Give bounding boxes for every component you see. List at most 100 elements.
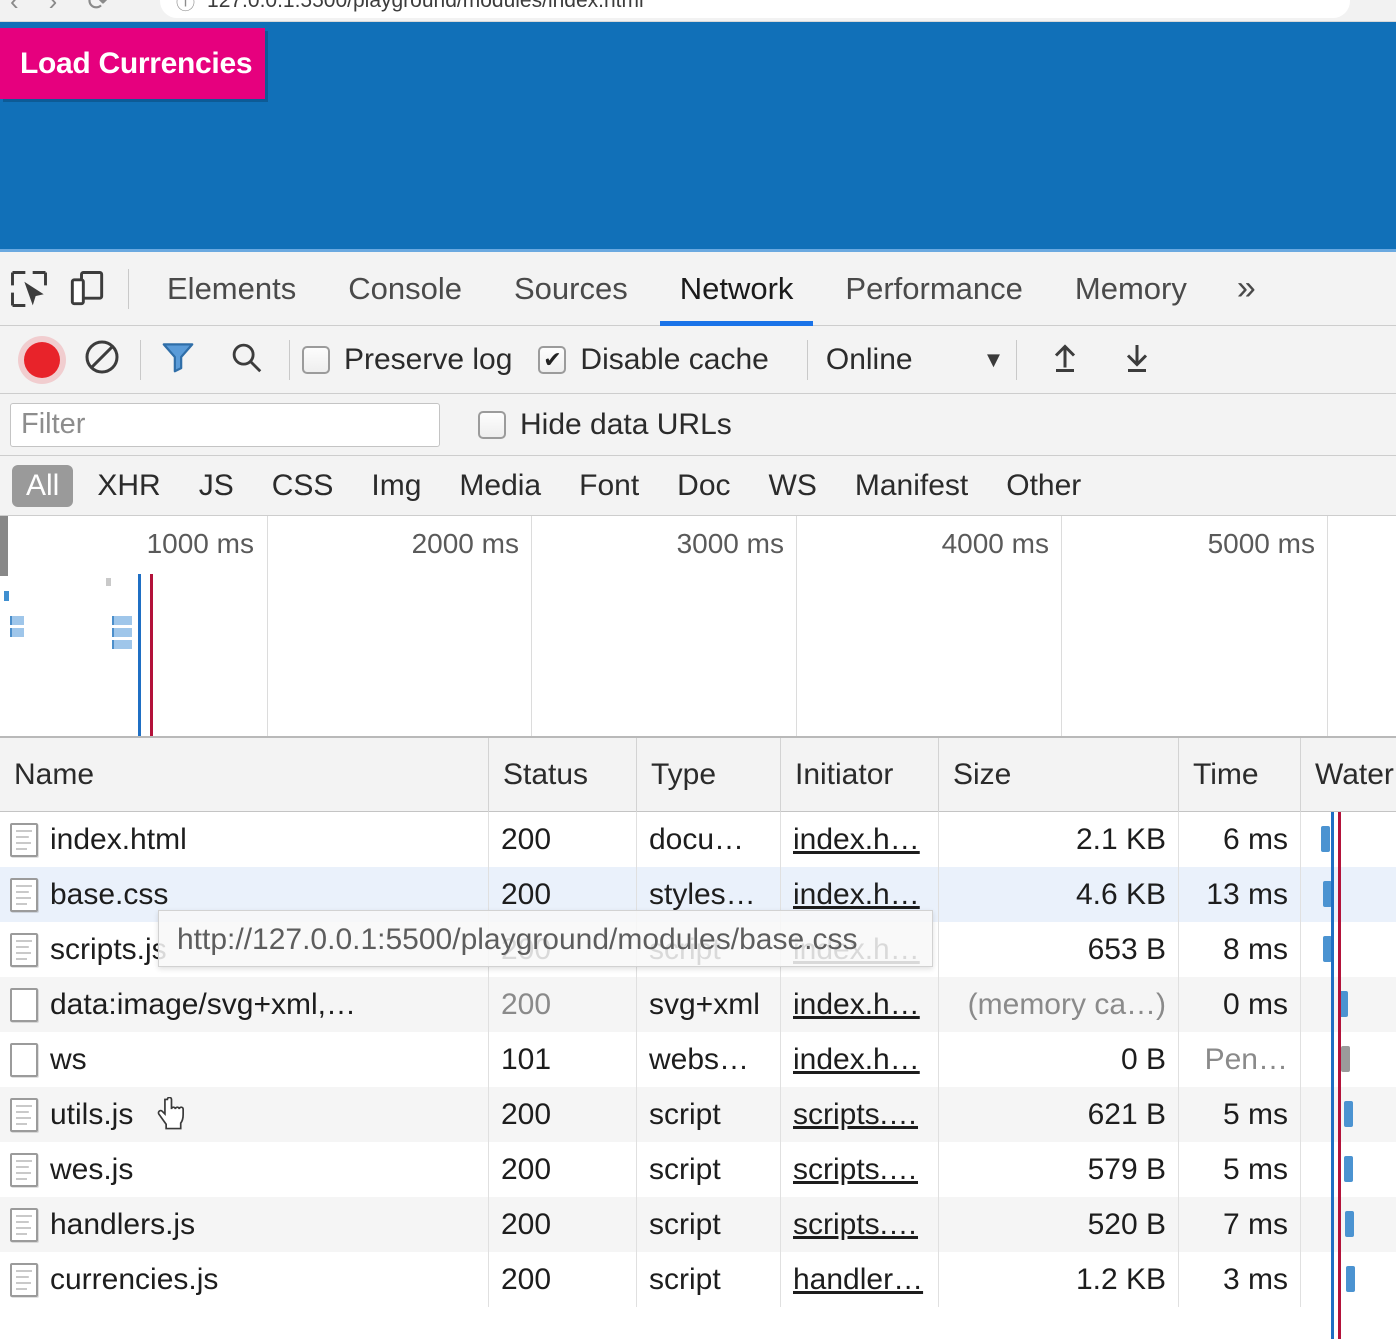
tab-network[interactable]: Network [654, 252, 820, 326]
cell-initiator-text[interactable]: index.h… [793, 1043, 920, 1076]
table-row[interactable]: wes.js200scriptscripts.…579 B5 ms [0, 1142, 1396, 1197]
tab-sources[interactable]: Sources [488, 252, 654, 326]
column-header-time[interactable]: Time [1179, 738, 1301, 812]
column-header-status[interactable]: Status [489, 738, 637, 812]
tab-memory[interactable]: Memory [1049, 252, 1213, 326]
cell-initiator-text[interactable]: scripts.… [793, 1208, 918, 1241]
table-row[interactable]: handlers.js200scriptscripts.…520 B7 ms [0, 1197, 1396, 1252]
waterfall-bar [1346, 1266, 1355, 1292]
device-toolbar-icon[interactable] [58, 260, 116, 318]
cell-name[interactable]: wes.js [0, 1142, 489, 1197]
cell-status: 200 [489, 1252, 637, 1307]
back-arrow-icon[interactable]: ‹ [10, 0, 19, 14]
import-har-icon[interactable] [1047, 339, 1083, 380]
column-header-waterfall[interactable]: Water [1301, 738, 1396, 812]
chip-manifest[interactable]: Manifest [841, 465, 982, 507]
reload-icon[interactable]: ⟳ [87, 0, 109, 14]
chip-js[interactable]: JS [185, 465, 248, 507]
cell-status: 200 [489, 1142, 637, 1197]
table-row[interactable]: base.css200styles…index.h…4.6 KB13 ms [0, 867, 1396, 922]
cell-name[interactable]: utils.js [0, 1087, 489, 1142]
cell-initiator-text[interactable]: index.h… [793, 933, 920, 966]
toolbar-divider [807, 340, 808, 380]
cell-status: 200 [489, 812, 637, 867]
network-overview-timeline[interactable]: 1000 ms 2000 ms 3000 ms 4000 ms 5000 ms [0, 516, 1396, 738]
dom-content-loaded-line [138, 574, 141, 736]
chip-img[interactable]: Img [357, 465, 435, 507]
export-har-icon[interactable] [1119, 339, 1155, 380]
cell-type-text: svg+xml [649, 988, 760, 1021]
cell-name[interactable]: ws [0, 1032, 489, 1087]
table-row[interactable]: utils.js200scriptscripts.…621 B5 ms [0, 1087, 1396, 1142]
overview-request-bar [4, 591, 9, 601]
tab-console[interactable]: Console [322, 252, 488, 326]
chip-ws[interactable]: WS [755, 465, 831, 507]
more-tabs-icon[interactable]: » [1237, 269, 1256, 308]
forward-arrow-icon[interactable]: › [49, 0, 58, 14]
devtools-tab-list: Elements Console Sources Network Perform… [141, 252, 1213, 326]
column-header-initiator[interactable]: Initiator [781, 738, 939, 812]
cell-type: script [637, 1087, 781, 1142]
request-name: wes.js [50, 1142, 133, 1197]
devtools-panel: Elements Console Sources Network Perform… [0, 249, 1396, 1338]
cell-initiator-text[interactable]: index.h… [793, 988, 920, 1021]
cell-initiator-text[interactable]: scripts.… [793, 1098, 918, 1131]
cell-initiator: scripts.… [781, 1197, 939, 1252]
table-row[interactable]: data:image/svg+xml,…200svg+xmlindex.h…(m… [0, 977, 1396, 1032]
chip-media[interactable]: Media [445, 465, 555, 507]
tab-elements[interactable]: Elements [141, 252, 322, 326]
cell-waterfall [1301, 1252, 1396, 1307]
filter-input[interactable] [10, 403, 440, 447]
chip-doc[interactable]: Doc [663, 465, 744, 507]
inspect-element-icon[interactable] [0, 260, 58, 318]
checkbox-box[interactable] [478, 411, 506, 439]
toolbar-divider [140, 340, 141, 380]
cell-name[interactable]: base.css [0, 867, 489, 922]
checkbox-box[interactable]: ✔ [538, 346, 566, 374]
column-header-size[interactable]: Size [939, 738, 1179, 812]
cell-size-text: 621 B [1088, 1098, 1166, 1131]
preserve-log-checkbox[interactable]: Preserve log [302, 343, 512, 377]
cell-initiator-text[interactable]: scripts.… [793, 1153, 918, 1186]
table-row[interactable]: currencies.js200scripthandler…1.2 KB3 ms [0, 1252, 1396, 1307]
table-row[interactable]: scripts.js200scriptindex.h…653 B8 ms [0, 922, 1396, 977]
cell-size-text: 1.2 KB [1076, 1263, 1166, 1296]
waterfall-bar [1321, 826, 1330, 852]
cell-name[interactable]: scripts.js [0, 922, 489, 977]
chip-other[interactable]: Other [992, 465, 1095, 507]
cell-initiator-text[interactable]: index.h… [793, 823, 920, 856]
checkbox-box[interactable] [302, 346, 330, 374]
table-row[interactable]: index.html200docu…index.h…2.1 KB6 ms [0, 812, 1396, 867]
column-header-name[interactable]: Name [0, 738, 489, 812]
cell-initiator: index.h… [781, 1032, 939, 1087]
chip-all[interactable]: All [12, 465, 73, 507]
cell-initiator-text[interactable]: index.h… [793, 878, 920, 911]
cell-status-text: 200 [501, 1263, 551, 1296]
disable-cache-checkbox[interactable]: ✔ Disable cache [538, 343, 768, 377]
waterfall-bar [1341, 1046, 1350, 1072]
cell-name[interactable]: currencies.js [0, 1252, 489, 1307]
column-header-type[interactable]: Type [637, 738, 781, 812]
cell-status-text: 200 [501, 933, 551, 966]
omnibox[interactable]: ⓘ 127.0.0.1:5500/playground/modules/inde… [160, 0, 1350, 18]
chevron-down-icon[interactable]: ▼ [983, 347, 1005, 373]
cell-name[interactable]: index.html [0, 812, 489, 867]
page-info-icon[interactable]: ⓘ [176, 0, 195, 15]
record-stop-icon[interactable] [24, 342, 60, 378]
throttling-select[interactable]: Online [826, 343, 913, 377]
table-row[interactable]: ws101webs…index.h…0 BPen… [0, 1032, 1396, 1087]
hide-data-urls-checkbox[interactable]: Hide data URLs [478, 408, 732, 442]
search-icon[interactable] [227, 338, 265, 381]
chip-xhr[interactable]: XHR [83, 465, 174, 507]
cell-time-text: 7 ms [1223, 1208, 1288, 1241]
cell-name[interactable]: data:image/svg+xml,… [0, 977, 489, 1032]
cell-initiator-text[interactable]: handler… [793, 1263, 923, 1296]
chip-font[interactable]: Font [565, 465, 653, 507]
chip-css[interactable]: CSS [258, 465, 348, 507]
load-currencies-button[interactable]: Load Currencies [0, 28, 265, 99]
filter-funnel-icon[interactable] [159, 338, 197, 381]
overview-left-handle[interactable] [0, 516, 8, 576]
tab-performance[interactable]: Performance [819, 252, 1048, 326]
cell-name[interactable]: handlers.js [0, 1197, 489, 1252]
clear-icon[interactable] [82, 337, 122, 382]
